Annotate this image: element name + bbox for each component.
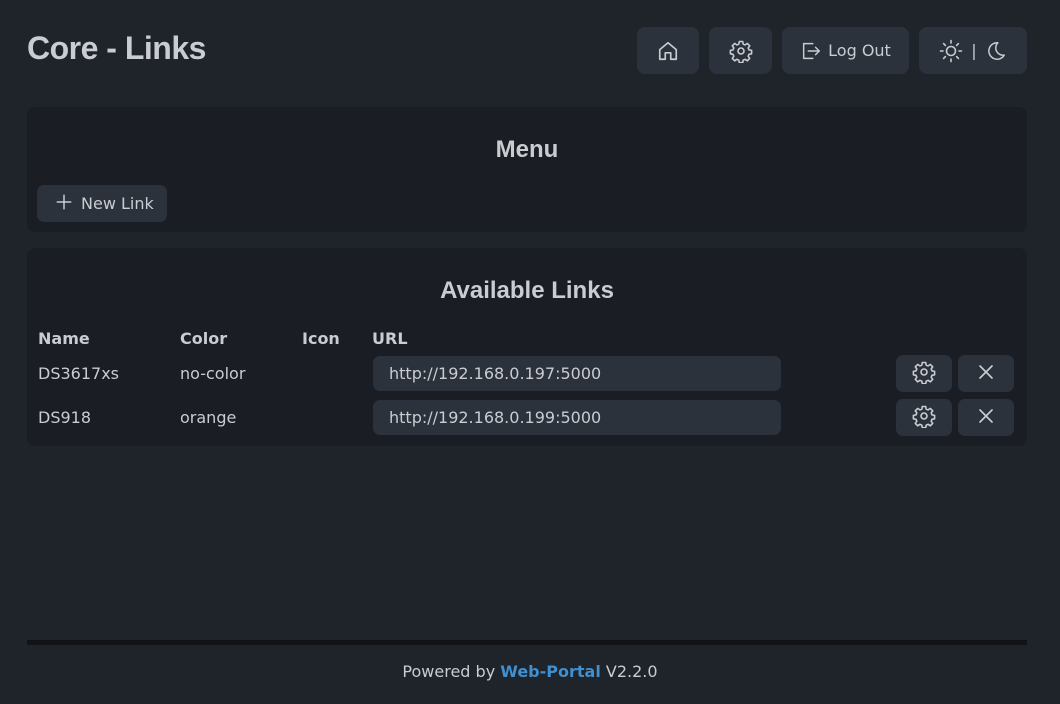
logout-icon [800, 40, 822, 62]
footer-divider [27, 640, 1027, 645]
home-button[interactable] [637, 27, 699, 74]
delete-link-button[interactable] [958, 399, 1014, 436]
close-icon [977, 363, 995, 385]
edit-link-button[interactable] [896, 399, 952, 436]
footer: Powered by Web-Portal V2.2.0 [0, 662, 1060, 681]
link-name: DS918 [38, 408, 92, 427]
gear-icon [912, 360, 936, 388]
moon-icon[interactable] [985, 40, 1007, 62]
link-name: DS3617xs [38, 364, 119, 383]
theme-separator: | [971, 41, 977, 60]
page-title: Core - Links [27, 30, 206, 66]
link-url-field[interactable]: http://192.168.0.197:5000 [373, 356, 781, 391]
links-card: Available Links Name Color Icon URL DS36… [27, 248, 1027, 446]
gear-icon [729, 39, 753, 63]
settings-button[interactable] [709, 27, 772, 74]
theme-toggle[interactable]: | [919, 27, 1027, 74]
plus-icon [55, 193, 73, 215]
delete-link-button[interactable] [958, 355, 1014, 392]
link-url-field[interactable]: http://192.168.0.199:5000 [373, 400, 781, 435]
menu-title: Menu [495, 136, 559, 163]
home-icon [657, 40, 679, 62]
column-header-url: URL [372, 329, 408, 348]
gear-icon [912, 404, 936, 432]
footer-version: V2.2.0 [605, 662, 658, 681]
page: Core - Links Log Out | Menu New Link Ava… [0, 0, 1060, 704]
footer-link[interactable]: Web-Portal [500, 662, 601, 681]
links-title: Available Links [440, 277, 614, 304]
edit-link-button[interactable] [896, 355, 952, 392]
link-color: orange [180, 408, 237, 427]
menu-card: Menu New Link [27, 107, 1027, 232]
new-link-button[interactable]: New Link [37, 185, 167, 222]
sun-icon[interactable] [939, 39, 963, 63]
logout-button[interactable]: Log Out [782, 27, 909, 74]
column-header-color: Color [180, 329, 228, 348]
footer-prefix: Powered by [402, 662, 496, 681]
new-link-label: New Link [81, 194, 154, 213]
link-color: no-color [180, 364, 246, 383]
column-header-name: Name [38, 329, 90, 348]
logout-label: Log Out [828, 41, 891, 60]
close-icon [977, 407, 995, 429]
column-header-icon: Icon [302, 329, 340, 348]
